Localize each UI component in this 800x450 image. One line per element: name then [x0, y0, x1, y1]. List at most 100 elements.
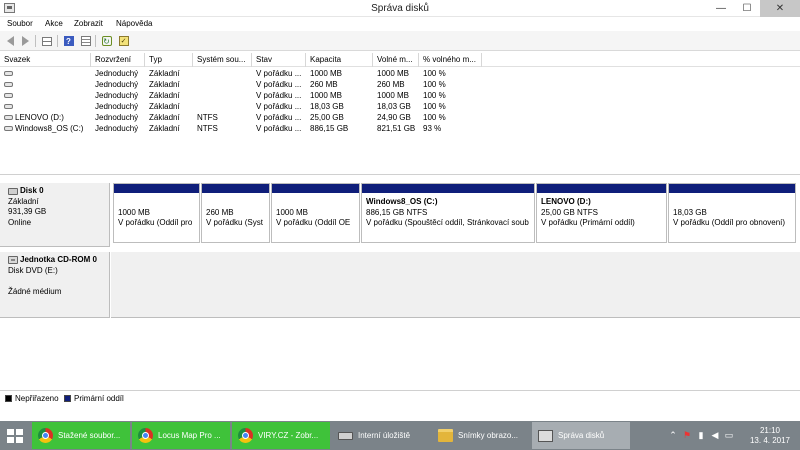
free-percent-cell: 100 %: [423, 113, 446, 122]
partition-status: V pořádku (Oddíl OE: [276, 218, 351, 227]
legend-primary-partition: Primární oddíl: [64, 394, 124, 403]
window-title: Správa disků: [371, 3, 429, 14]
properties-list-icon[interactable]: [79, 35, 92, 47]
tray-chevron-icon[interactable]: ⌃: [667, 430, 679, 441]
clock[interactable]: 21:10 13. 4. 2017: [745, 426, 795, 446]
free-space-cell: 1000 MB: [377, 69, 410, 78]
partition-bar: [669, 184, 795, 193]
toolbar-separator: [35, 35, 36, 47]
free-percent-cell: 100 %: [423, 91, 446, 100]
column-header-kapacita[interactable]: Kapacita: [306, 53, 373, 67]
tray-network-icon[interactable]: ▮: [695, 430, 707, 441]
disk-graphical-view: Disk 0 Základní 931,39 GB Online 1000 MB…: [0, 174, 800, 389]
volume-icon: [4, 93, 13, 99]
minimize-button[interactable]: —: [708, 0, 734, 17]
layout-cell: Jednoduchý: [95, 124, 139, 133]
type-cell: Základní: [149, 102, 180, 111]
free-space-cell: 260 MB: [377, 80, 405, 89]
forward-arrow-icon[interactable]: [19, 35, 32, 47]
cdrom-0-name: Jednotka CD-ROM 0: [20, 255, 97, 264]
partition-recovery-1000mb[interactable]: 1000 MB V pořádku (Oddíl pro: [113, 183, 200, 243]
partition-name: Windows8_OS (C:): [366, 197, 438, 206]
volume-list-header: Svazek Rozvržení Typ Systém sou... Stav …: [0, 53, 800, 67]
column-header-volne-misto[interactable]: Volné m...: [373, 53, 419, 67]
partition-bar: [202, 184, 269, 193]
legend: Nepřiřazeno Primární oddíl: [0, 390, 800, 404]
taskbar-chrome-viry[interactable]: VIRY.CZ - Zobr...: [232, 422, 330, 449]
taskbar-internal-storage[interactable]: Interní úložiště: [332, 422, 430, 449]
toolbar-separator: [95, 35, 96, 47]
taskbar: Stažené soubor... Locus Map Pro ... VIRY…: [0, 421, 800, 450]
partition-recovery-18gb[interactable]: 18,03 GB V pořádku (Oddíl pro obnovení): [668, 183, 796, 243]
chrome-icon: [38, 428, 53, 443]
volume-icon: [4, 71, 13, 77]
volume-icon: [4, 126, 13, 132]
partition-size: 886,15 GB NTFS: [366, 207, 428, 217]
column-header-stav[interactable]: Stav: [252, 53, 306, 67]
table-row[interactable]: Jednoduchý Základní V pořádku ... 18,03 …: [0, 101, 800, 112]
legend-swatch-primary: [64, 395, 71, 402]
partition-bar: [114, 184, 199, 193]
partition-status: V pořádku (Oddíl pro: [118, 218, 193, 227]
column-header-rozvrzeni[interactable]: Rozvržení: [91, 53, 145, 67]
menu-akce[interactable]: Akce: [45, 19, 63, 28]
title-bar: Správa disků — ☐ ✕: [0, 0, 800, 17]
taskbar-chrome-downloads[interactable]: Stažené soubor...: [32, 422, 130, 449]
partition-windows-c[interactable]: Windows8_OS (C:) 886,15 GB NTFS V pořádk…: [361, 183, 535, 243]
free-percent-cell: 100 %: [423, 102, 446, 111]
capacity-cell: 260 MB: [310, 80, 338, 89]
partition-size: 1000 MB: [118, 207, 151, 217]
table-row[interactable]: Jednoduchý Základní V pořádku ... 1000 M…: [0, 68, 800, 79]
check-disks-icon[interactable]: ✓: [117, 35, 130, 47]
disk-0-label[interactable]: Disk 0 Základní 931,39 GB Online: [0, 183, 110, 247]
table-row[interactable]: LENOVO (D:) Jednoduchý Základní NTFS V p…: [0, 112, 800, 123]
status-cell: V pořádku ...: [256, 80, 302, 89]
column-header-system-souboru[interactable]: Systém sou...: [193, 53, 252, 67]
capacity-cell: 1000 MB: [310, 91, 343, 100]
maximize-button[interactable]: ☐: [734, 0, 760, 17]
table-row[interactable]: Windows8_OS (C:) Jednoduchý Základní NTF…: [0, 123, 800, 134]
volume-name-cell: [4, 91, 13, 100]
taskbar-chrome-locus-map[interactable]: Locus Map Pro ...: [132, 422, 230, 449]
column-header-typ[interactable]: Typ: [145, 53, 193, 67]
disk-0-size: 931,39 GB: [8, 207, 47, 216]
free-space-cell: 821,51 GB: [377, 124, 416, 133]
column-header-svazek[interactable]: Svazek: [0, 53, 91, 67]
clock-date: 13. 4. 2017: [749, 436, 791, 445]
filesystem-cell: NTFS: [197, 113, 218, 122]
tray-volume-icon[interactable]: ◀: [709, 430, 721, 441]
hard-disk-icon: [8, 187, 18, 195]
windows-start-icon[interactable]: [4, 427, 26, 445]
back-arrow-icon[interactable]: [4, 35, 17, 47]
layout-cell: Jednoduchý: [95, 69, 139, 78]
cdrom-0-label[interactable]: Jednotka CD-ROM 0 Disk DVD (E:) Žádné mé…: [0, 252, 110, 318]
tray-flag-icon[interactable]: ⚑: [681, 430, 693, 441]
status-cell: V pořádku ...: [256, 91, 302, 100]
menu-napoveda[interactable]: Nápověda: [116, 19, 152, 28]
tray-keyboard-icon[interactable]: ▭: [723, 430, 735, 441]
partition-system-260mb[interactable]: 260 MB V pořádku (Syst: [201, 183, 270, 243]
console-tree-icon[interactable]: [40, 35, 53, 47]
capacity-cell: 1000 MB: [310, 69, 343, 78]
capacity-cell: 25,00 GB: [310, 113, 344, 122]
taskbar-disk-management[interactable]: Správa disků: [532, 422, 630, 449]
column-header-procento-volneho[interactable]: % volného m...: [419, 53, 482, 67]
table-row[interactable]: Jednoduchý Základní V pořádku ... 260 MB…: [0, 79, 800, 90]
menu-zobrazit[interactable]: Zobrazit: [74, 19, 103, 28]
partition-lenovo-d[interactable]: LENOVO (D:) 25,00 GB NTFS V pořádku (Pri…: [536, 183, 667, 243]
volume-name-cell: Windows8_OS (C:): [4, 124, 83, 133]
layout-cell: Jednoduchý: [95, 113, 139, 122]
partition-oem-1000mb[interactable]: 1000 MB V pořádku (Oddíl OE: [271, 183, 360, 243]
partition-size: 18,03 GB: [673, 207, 707, 217]
close-button[interactable]: ✕: [760, 0, 800, 17]
menu-soubor[interactable]: Soubor: [7, 19, 33, 28]
volume-list: Svazek Rozvržení Typ Systém sou... Stav …: [0, 53, 800, 171]
chrome-icon: [238, 428, 253, 443]
table-row[interactable]: Jednoduchý Základní V pořádku ... 1000 M…: [0, 90, 800, 101]
help-icon[interactable]: ?: [62, 35, 75, 47]
taskbar-screenshots-folder[interactable]: Snímky obrazo...: [432, 422, 530, 449]
partition-status: V pořádku (Oddíl pro obnovení): [673, 218, 786, 227]
type-cell: Základní: [149, 69, 180, 78]
refresh-icon[interactable]: ↻: [100, 35, 113, 47]
capacity-cell: 18,03 GB: [310, 102, 344, 111]
